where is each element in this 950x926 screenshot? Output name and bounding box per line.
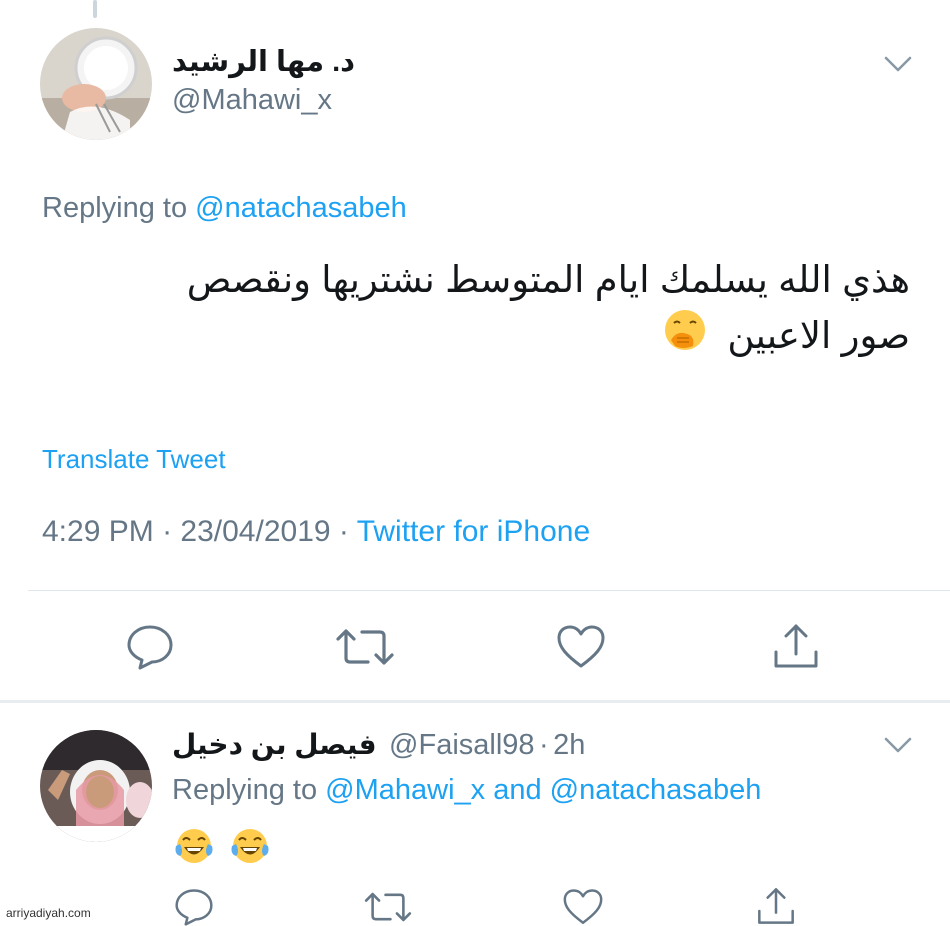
tweet-source-link[interactable]: Twitter for iPhone (357, 515, 590, 548)
face-with-tears-of-joy-icon (174, 826, 214, 871)
meta-separator: · (162, 515, 173, 548)
tweet-time-ago: 2h (553, 729, 586, 761)
tweet-text-line-1: هذي الله يسلمك ايام المتوسط نشتريها ونقص… (186, 259, 910, 300)
mention-link[interactable]: @natachasabeh (550, 774, 762, 806)
replying-to-prefix: Replying to (172, 774, 318, 806)
watermark: arriyadiyah.com (6, 906, 91, 920)
author-handle[interactable]: @Faisall98 (389, 729, 535, 761)
like-icon[interactable] (562, 888, 604, 926)
avatar[interactable] (40, 28, 152, 140)
tweet-time[interactable]: 4:29 PM (42, 515, 154, 548)
mention-link[interactable]: @Mahawi_x (325, 774, 485, 806)
translate-tweet-link[interactable]: Translate Tweet (42, 444, 226, 475)
replying-to: Replying to @natachasabeh (42, 192, 407, 225)
author-name[interactable]: د. مها الرشيد (172, 44, 355, 79)
replying-to-prefix: Replying to (42, 192, 188, 224)
reply-icon[interactable] (174, 888, 214, 926)
share-icon[interactable] (756, 886, 796, 926)
section-divider (0, 700, 950, 703)
face-with-tears-of-joy-icon (230, 826, 270, 871)
meta-separator: · (539, 729, 549, 761)
meta-separator: · (338, 515, 349, 548)
divider (28, 590, 950, 591)
author-handle[interactable]: @Mahawi_x (172, 84, 332, 117)
tweet-text-line-2-text: صور الاعبين (727, 315, 910, 356)
tweet-text: هذي الله يسلمك ايام المتوسط نشتريها ونقص… (60, 252, 910, 368)
share-icon[interactable] (772, 622, 820, 670)
thread-connector-line (93, 0, 97, 18)
author-name[interactable]: فيصل بن دخيل (172, 729, 377, 760)
reply-text (174, 826, 270, 871)
mention-link[interactable]: @natachasabeh (195, 192, 407, 224)
chevron-down-icon[interactable] (884, 736, 912, 759)
retweet-icon[interactable] (364, 890, 412, 924)
chevron-down-icon[interactable] (884, 55, 912, 78)
replying-to: Replying to @Mahawi_x and @natachasabeh (172, 774, 761, 807)
tweet-date[interactable]: 23/04/2019 (180, 515, 330, 548)
tweet-meta: 4:29 PM · 23/04/2019 · Twitter for iPhon… (42, 515, 590, 549)
retweet-icon[interactable] (336, 626, 394, 668)
like-icon[interactable] (556, 624, 606, 670)
mention-and: and (493, 774, 542, 806)
reply-icon[interactable] (126, 624, 174, 670)
reply-header: فيصل بن دخيل @Faisall98 · 2h (172, 728, 585, 762)
avatar[interactable] (40, 730, 152, 842)
face-with-hand-over-mouth-icon (663, 308, 707, 368)
tweet-text-line-2: صور الاعبين (60, 308, 910, 368)
